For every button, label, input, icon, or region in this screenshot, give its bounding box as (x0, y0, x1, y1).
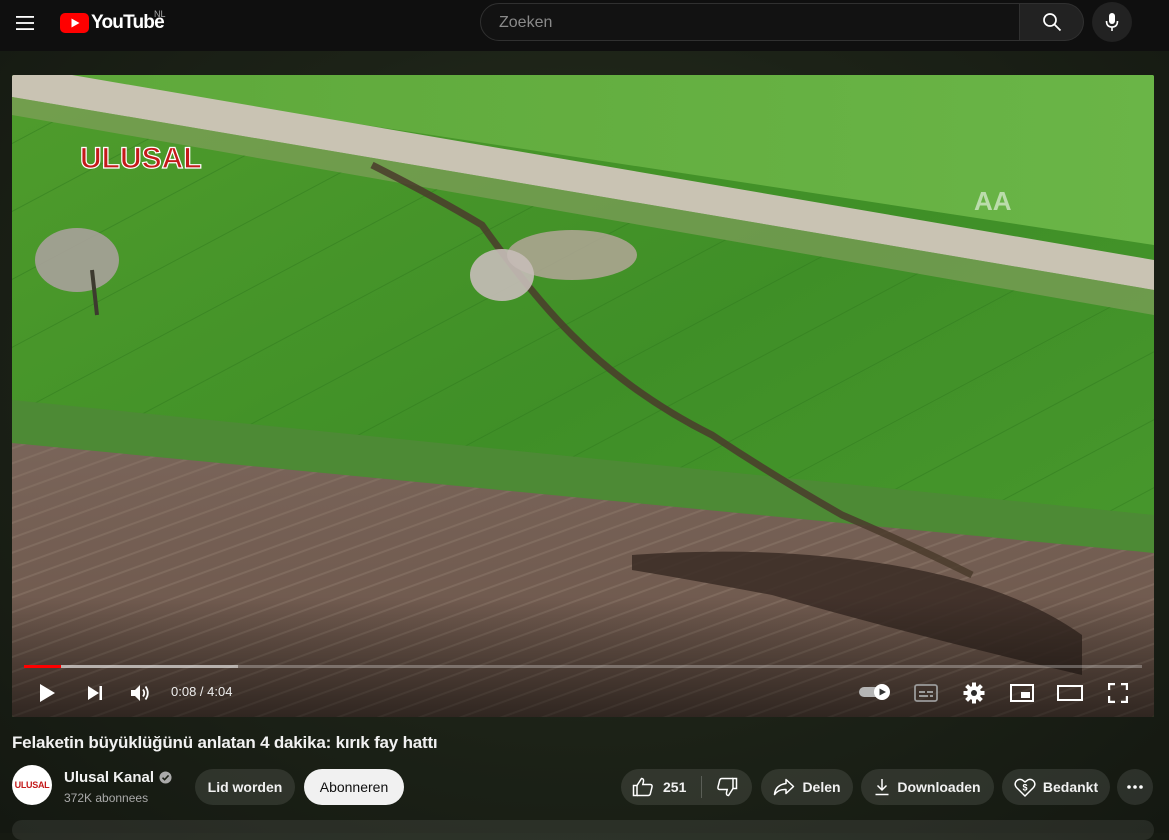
share-label: Delen (802, 779, 841, 795)
play-icon (40, 684, 55, 702)
download-icon (875, 779, 889, 796)
fullscreen-icon (1108, 683, 1128, 703)
theater-mode-button[interactable] (1054, 677, 1086, 709)
autoplay-toggle[interactable] (858, 684, 892, 700)
avatar-logo-text: ULUSAL (14, 780, 50, 790)
progress-bar[interactable] (24, 665, 1142, 668)
subscriber-count: 372K abonnees (64, 791, 149, 805)
channel-name-link[interactable]: Ulusal Kanal (64, 769, 172, 786)
search-box (480, 3, 1020, 42)
guide-menu-button[interactable] (8, 6, 42, 40)
subscribe-button[interactable]: Abonneren (304, 769, 404, 805)
channel-name: Ulusal Kanal (64, 769, 155, 786)
search-input[interactable] (497, 4, 1001, 42)
like-button[interactable]: 251 (621, 769, 701, 805)
autoplay-icon (859, 684, 890, 700)
play-button[interactable] (32, 677, 62, 709)
agency-watermark: AA (974, 186, 1012, 216)
description-box[interactable] (12, 820, 1154, 840)
progress-played (24, 665, 61, 668)
like-count: 251 (663, 779, 687, 795)
country-code: NL (154, 9, 166, 19)
logo-wordmark: YouTube (91, 12, 165, 33)
join-button[interactable]: Lid worden (195, 769, 295, 805)
video-player[interactable]: ULUSAL AA 0:08 / 4:04 (12, 75, 1154, 717)
settings-icon (963, 682, 985, 704)
dislike-button[interactable] (702, 769, 752, 805)
menu-icon (16, 16, 34, 30)
microphone-icon (1105, 13, 1119, 31)
voice-search-button[interactable] (1092, 2, 1132, 42)
next-icon (88, 686, 102, 700)
channel-overlay-logo: ULUSAL (80, 142, 202, 175)
share-icon (774, 778, 795, 796)
youtube-logo-icon (60, 13, 89, 33)
like-icon (632, 777, 653, 797)
svg-text:$: $ (1022, 783, 1027, 793)
search-button[interactable] (1020, 3, 1084, 41)
settings-button[interactable] (958, 677, 990, 709)
share-button[interactable]: Delen (761, 769, 853, 805)
video-title: Felaketin büyüklüğünü anlatan 4 dakika: … (12, 733, 438, 752)
download-label: Downloaden (897, 779, 981, 795)
subtitles-button[interactable] (910, 677, 942, 709)
theater-icon (1057, 685, 1083, 701)
channel-avatar[interactable]: ULUSAL (12, 765, 52, 805)
subscribe-label: Abonneren (319, 779, 389, 795)
next-button[interactable] (80, 677, 110, 709)
volume-icon (131, 685, 149, 701)
dislike-icon (717, 777, 738, 797)
masthead: YouTube NL (0, 0, 1169, 51)
miniplayer-icon (1010, 684, 1034, 702)
verified-icon (159, 771, 172, 784)
download-button[interactable]: Downloaden (861, 769, 994, 805)
thanks-button[interactable]: $ Bedankt (1002, 769, 1110, 805)
search-icon (1042, 13, 1061, 32)
thanks-icon: $ (1014, 778, 1036, 797)
time-display: 0:08 / 4:04 (171, 684, 233, 699)
join-label: Lid worden (207, 779, 283, 795)
youtube-home-logo[interactable]: YouTube (60, 10, 165, 36)
mute-button[interactable] (126, 677, 156, 709)
like-dislike-group: 251 (621, 769, 752, 805)
more-icon (1127, 785, 1143, 789)
subtitles-icon (914, 684, 938, 702)
more-actions-button[interactable] (1117, 769, 1153, 805)
miniplayer-button[interactable] (1006, 677, 1038, 709)
thanks-label: Bedankt (1042, 779, 1099, 795)
fullscreen-button[interactable] (1102, 677, 1134, 709)
